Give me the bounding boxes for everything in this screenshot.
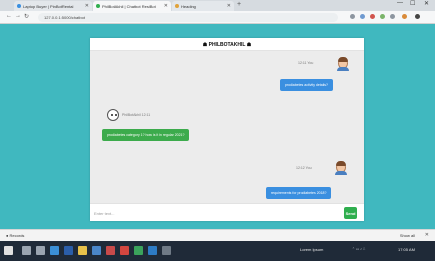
browser-tab-strip: Laptop Buyer | PinBotRental ✕ PhilBotAkh… bbox=[0, 0, 435, 11]
chat-title: ☗ PHILBOTAKHIL ☗ bbox=[90, 38, 364, 51]
extension-icon[interactable] bbox=[380, 14, 385, 19]
download-bar: ● Records Show all ✕ bbox=[0, 229, 435, 241]
taskbar: Lorem Ipsum ⌃ ▭ ♪ ⎍ 17:05 AM bbox=[0, 241, 435, 261]
maximize-button[interactable]: ☐ bbox=[410, 0, 415, 7]
message-meta: 12:11 You bbox=[298, 61, 314, 65]
new-tab-button[interactable]: + bbox=[237, 1, 241, 8]
chat-window: ☗ PHILBOTAKHIL ☗ 12:11 You prodiabetes a… bbox=[90, 38, 364, 221]
extension-icon[interactable] bbox=[390, 14, 395, 19]
extension-icon[interactable] bbox=[370, 14, 375, 19]
close-icon[interactable]: ✕ bbox=[164, 3, 168, 9]
app-icon[interactable] bbox=[134, 246, 143, 255]
minimize-button[interactable]: — bbox=[397, 0, 403, 6]
back-icon[interactable]: ← bbox=[6, 13, 12, 19]
taskbar-clock[interactable]: 17:05 AM bbox=[398, 247, 415, 252]
reload-icon[interactable]: ↻ bbox=[24, 13, 29, 20]
message-list: 12:11 You prodiabetes activity details? … bbox=[90, 51, 364, 203]
user-avatar-icon bbox=[334, 161, 348, 175]
chrome-icon[interactable] bbox=[120, 246, 129, 255]
extension-icon[interactable] bbox=[402, 14, 407, 19]
page-background: ☗ PHILBOTAKHIL ☗ 12:11 You prodiabetes a… bbox=[0, 24, 435, 229]
send-button[interactable]: Send bbox=[344, 207, 357, 219]
close-icon[interactable]: ✕ bbox=[227, 3, 231, 9]
url-field[interactable]: 127.0.0.1:5000/chatbot bbox=[38, 13, 338, 22]
word-icon[interactable] bbox=[64, 246, 73, 255]
bot-message-bubble: prodiabetes category 1? how is it in reg… bbox=[102, 129, 190, 141]
user-message-bubble: requirements for prodiabetes 2018? bbox=[266, 187, 332, 199]
favicon-icon bbox=[96, 4, 100, 8]
tray-icons[interactable]: ⌃ ▭ ♪ ⎍ bbox=[352, 247, 365, 251]
show-all-button[interactable]: Show all bbox=[400, 233, 415, 238]
extension-icon[interactable] bbox=[360, 14, 365, 19]
user-message-bubble: prodiabetes activity details? bbox=[280, 79, 333, 91]
browser-tab[interactable]: Heading ✕ bbox=[172, 1, 234, 11]
close-icon[interactable]: ✕ bbox=[425, 232, 429, 238]
store-icon[interactable] bbox=[106, 246, 115, 255]
windows-icon[interactable] bbox=[4, 246, 13, 255]
message-meta: 12:12 You bbox=[296, 166, 312, 170]
folder-icon[interactable] bbox=[78, 246, 87, 255]
favicon-icon bbox=[17, 4, 21, 8]
address-bar-row: ← → ↻ 127.0.0.1:5000/chatbot bbox=[0, 11, 435, 24]
bot-avatar-icon bbox=[107, 109, 119, 121]
search-icon[interactable] bbox=[22, 246, 31, 255]
terminal-icon[interactable] bbox=[162, 246, 171, 255]
message-meta: PhilBotAkhil 12:11 bbox=[122, 113, 151, 117]
edge-icon[interactable] bbox=[50, 246, 59, 255]
favicon-icon bbox=[175, 4, 179, 8]
message-input-row: Send bbox=[90, 203, 364, 221]
tab-label: Laptop Buyer | PinBotRental bbox=[23, 4, 74, 9]
close-icon[interactable]: ✕ bbox=[85, 3, 89, 9]
browser-tab[interactable]: Laptop Buyer | PinBotRental ✕ bbox=[14, 1, 92, 11]
download-item[interactable]: ● Records bbox=[6, 233, 24, 238]
tray-text: Lorem Ipsum bbox=[300, 247, 324, 252]
tab-label: Heading bbox=[181, 4, 196, 9]
forward-icon[interactable]: → bbox=[15, 13, 21, 19]
task-view-icon[interactable] bbox=[36, 246, 45, 255]
tab-label: PhilBotAkhil | Chatbot ResiBot bbox=[102, 4, 156, 9]
extension-icon[interactable] bbox=[350, 14, 355, 19]
user-avatar-icon bbox=[336, 57, 350, 71]
mail-icon[interactable] bbox=[92, 246, 101, 255]
message-input[interactable] bbox=[94, 208, 339, 218]
window-close-button[interactable]: ✕ bbox=[424, 0, 429, 7]
code-icon[interactable] bbox=[148, 246, 157, 255]
browser-tab-active[interactable]: PhilBotAkhil | Chatbot ResiBot ✕ bbox=[93, 1, 171, 11]
profile-icon[interactable] bbox=[415, 14, 420, 19]
